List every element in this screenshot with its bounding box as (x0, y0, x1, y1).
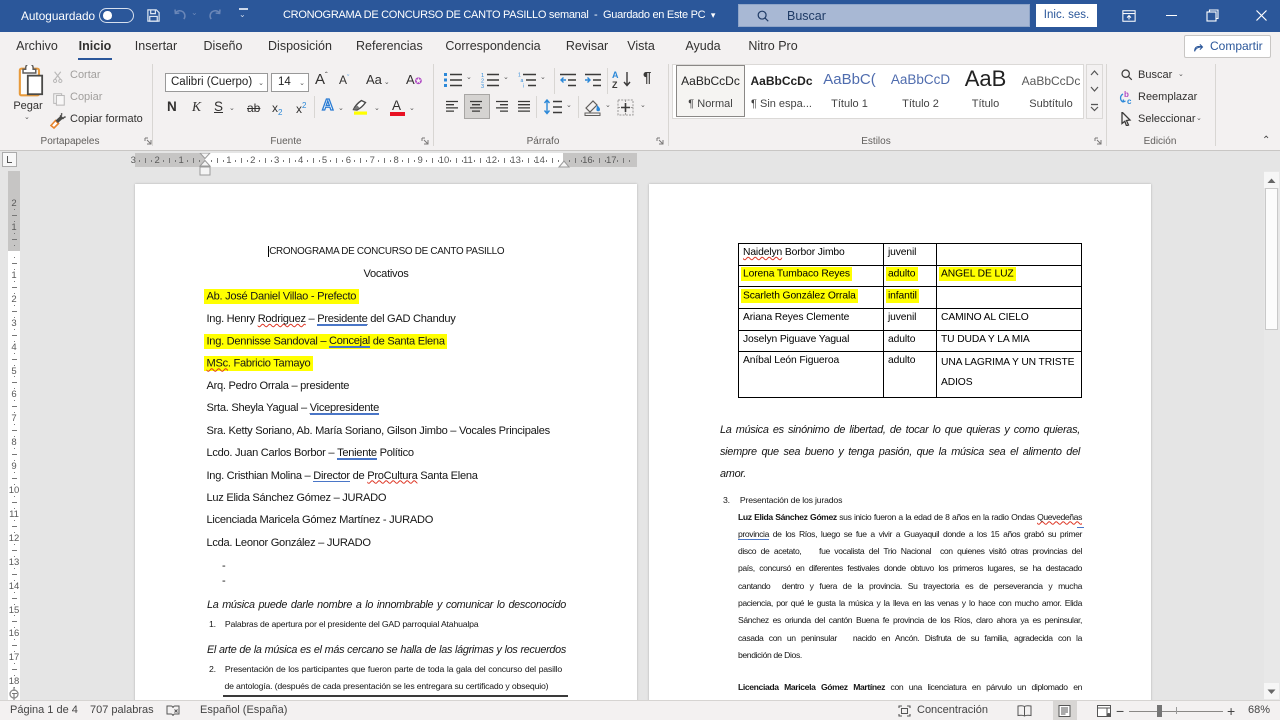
svg-text:c: c (1127, 97, 1132, 105)
svg-text:3: 3 (481, 84, 484, 88)
svg-text:i: i (523, 84, 524, 89)
